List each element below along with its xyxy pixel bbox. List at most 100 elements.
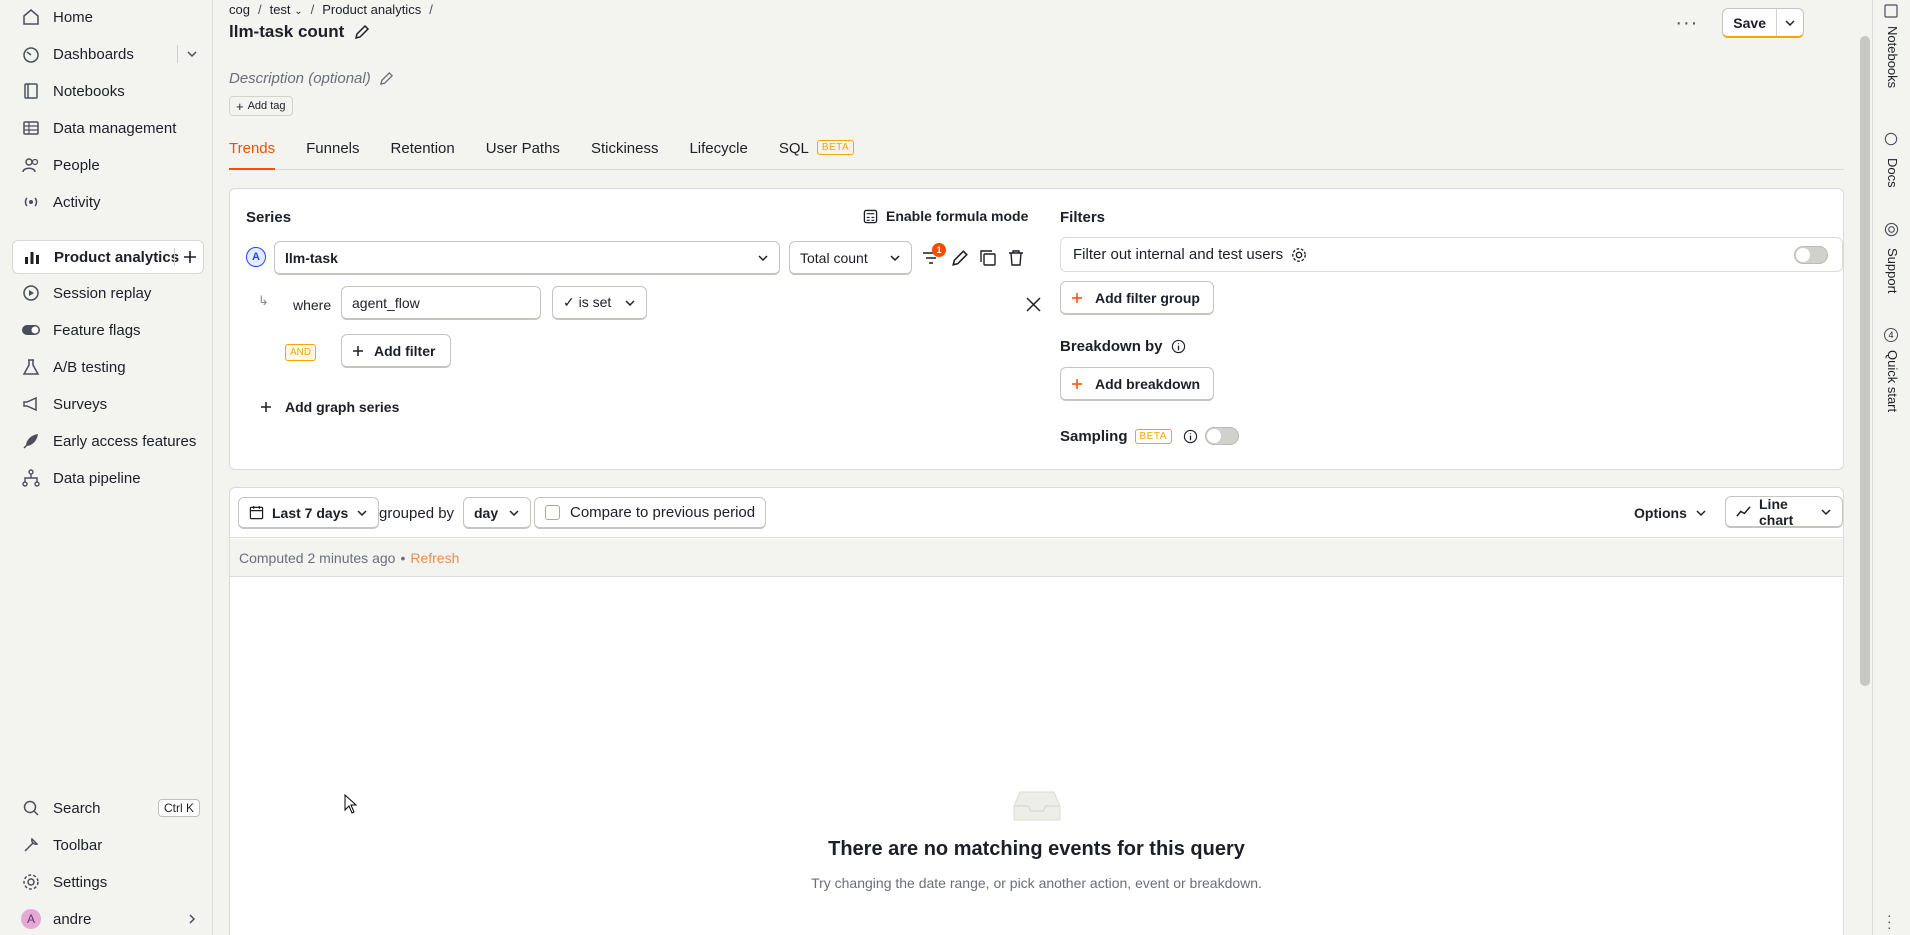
- gear-icon[interactable]: [1291, 247, 1307, 263]
- page-title: llm-task count: [229, 22, 370, 42]
- sampling-toggle[interactable]: [1205, 427, 1239, 445]
- rail-support[interactable]: Support: [1885, 248, 1900, 294]
- tab-retention[interactable]: Retention: [391, 136, 455, 170]
- chart-type-select[interactable]: Line chart: [1725, 496, 1843, 528]
- sidebar-item-toolbar[interactable]: Toolbar: [12, 829, 204, 861]
- sampling-row: Sampling BETA: [1060, 428, 1198, 445]
- breakdown-heading: Breakdown by: [1060, 338, 1186, 355]
- add-graph-series-button[interactable]: Add graph series: [260, 399, 399, 415]
- rocket-icon: [20, 430, 42, 452]
- plus-icon: [1071, 292, 1083, 304]
- chevron-down-icon: [1820, 506, 1832, 518]
- branch-icon: ↳: [258, 293, 269, 308]
- sidebar-item-label: Toolbar: [53, 836, 103, 854]
- calendar-icon: [249, 505, 264, 520]
- duplicate-icon[interactable]: [979, 249, 997, 267]
- empty-title: There are no matching events for this qu…: [828, 838, 1245, 860]
- pencil-icon[interactable]: [354, 24, 370, 40]
- tab-lifecycle[interactable]: Lifecycle: [689, 136, 747, 170]
- tab-funnels[interactable]: Funnels: [306, 136, 359, 170]
- sidebar-item-label: Dashboards: [53, 45, 134, 63]
- beta-badge: BETA: [1134, 429, 1172, 444]
- refresh-link[interactable]: Refresh: [410, 550, 459, 566]
- sidebar-item-user[interactable]: A andre: [12, 903, 204, 935]
- sidebar-item-feature-flags[interactable]: Feature flags: [12, 314, 204, 346]
- internal-users-toggle[interactable]: [1794, 246, 1828, 264]
- notebook-icon: [20, 80, 42, 102]
- sidebar-item-data-management[interactable]: Data management: [12, 112, 204, 144]
- close-icon[interactable]: [1026, 297, 1041, 312]
- chevron-down-icon: [624, 297, 636, 309]
- sidebar-item-label: Activity: [53, 193, 101, 211]
- breadcrumb-section[interactable]: Product analytics: [322, 2, 421, 17]
- sidebar-item-early-access[interactable]: Early access features: [12, 425, 204, 457]
- formula-mode-button[interactable]: Enable formula mode: [863, 208, 1028, 224]
- aggregation-select[interactable]: Total count: [789, 241, 912, 275]
- operator-select[interactable]: ✓ is set: [552, 286, 647, 320]
- sidebar-item-settings[interactable]: Settings: [12, 866, 204, 898]
- chevron-right-icon: [186, 908, 198, 930]
- description-field[interactable]: Description (optional): [229, 70, 394, 87]
- tab-user-paths[interactable]: User Paths: [486, 136, 560, 170]
- avatar: A: [21, 909, 41, 929]
- sidebar-item-surveys[interactable]: Surveys: [12, 388, 204, 420]
- sidebar-item-notebooks[interactable]: Notebooks: [12, 75, 204, 107]
- filter-count-badge: 1: [932, 243, 946, 257]
- rail-quick-start[interactable]: Quick start: [1885, 350, 1900, 412]
- interval-select[interactable]: day: [463, 497, 532, 529]
- event-select[interactable]: llm-task: [274, 241, 780, 275]
- toggle-icon: [20, 319, 42, 341]
- sidebar-item-label: Surveys: [53, 395, 108, 413]
- scrollbar-thumb[interactable]: [1860, 36, 1870, 686]
- sidebar-item-product-analytics[interactable]: Product analytics: [12, 240, 204, 274]
- sidebar-item-dashboards[interactable]: Dashboards: [12, 38, 204, 70]
- pipeline-icon: [20, 467, 42, 489]
- chevron-down-icon[interactable]: [1776, 9, 1803, 36]
- date-range-select[interactable]: Last 7 days: [238, 497, 380, 529]
- sidebar-item-activity[interactable]: Activity: [12, 186, 204, 218]
- sidebar-item-label: Feature flags: [53, 321, 141, 339]
- sidebar-item-search[interactable]: Search Ctrl K: [12, 792, 204, 824]
- checkbox[interactable]: [545, 505, 560, 520]
- plus-icon[interactable]: [183, 250, 197, 264]
- dashboard-icon: [20, 43, 42, 65]
- breadcrumb-org[interactable]: cog: [229, 2, 250, 17]
- save-button[interactable]: Save: [1722, 8, 1804, 38]
- activity-icon: [20, 191, 42, 213]
- pencil-icon[interactable]: [951, 249, 969, 267]
- sidebar-item-data-pipeline[interactable]: Data pipeline: [12, 462, 204, 494]
- sidebar-item-people[interactable]: People: [12, 149, 204, 181]
- sidebar-item-home[interactable]: Home: [12, 1, 204, 33]
- tab-stickiness[interactable]: Stickiness: [591, 136, 659, 170]
- compare-previous-checkbox[interactable]: Compare to previous period: [534, 497, 767, 529]
- tab-sql[interactable]: SQL BETA: [779, 136, 855, 170]
- more-vertical-icon[interactable]: · · ·: [1887, 908, 1892, 934]
- sidebar-item-ab-testing[interactable]: A/B testing: [12, 351, 204, 383]
- computed-status: Computed 2 minutes ago • Refresh: [230, 539, 1843, 577]
- mouse-cursor-icon: [344, 794, 358, 814]
- filters-heading: Filters: [1060, 209, 1106, 226]
- info-icon[interactable]: [1183, 429, 1198, 444]
- add-filter-group-button[interactable]: Add filter group: [1060, 281, 1214, 315]
- breadcrumb-project[interactable]: test ⌄: [270, 2, 303, 17]
- info-icon: [1884, 132, 1898, 146]
- sidebar-item-session-replay[interactable]: Session replay: [12, 277, 204, 309]
- more-icon[interactable]: ···: [1675, 12, 1698, 35]
- add-filter-button[interactable]: Add filter: [341, 334, 451, 368]
- rail-notebooks[interactable]: Notebooks: [1885, 26, 1900, 88]
- chevron-down-icon[interactable]: [186, 48, 198, 60]
- add-breakdown-button[interactable]: Add breakdown: [1060, 367, 1214, 401]
- tab-trends[interactable]: Trends: [229, 136, 276, 170]
- rail-docs[interactable]: Docs: [1885, 158, 1900, 188]
- options-button[interactable]: Options: [1634, 505, 1707, 521]
- trash-icon[interactable]: [1007, 249, 1025, 267]
- add-tag-button[interactable]: + Add tag: [229, 96, 293, 116]
- scrollbar[interactable]: [1858, 0, 1872, 935]
- filter-icon[interactable]: 1: [922, 243, 946, 267]
- toolbar-icon: [20, 834, 42, 856]
- property-filter-pill[interactable]: agent_flow: [341, 286, 541, 320]
- results-card: Last 7 days grouped by day Compare to pr…: [229, 487, 1844, 935]
- pencil-icon: [379, 71, 394, 86]
- info-icon[interactable]: [1171, 339, 1186, 354]
- sidebar: Home Dashboards Notebooks Data managemen…: [0, 0, 213, 935]
